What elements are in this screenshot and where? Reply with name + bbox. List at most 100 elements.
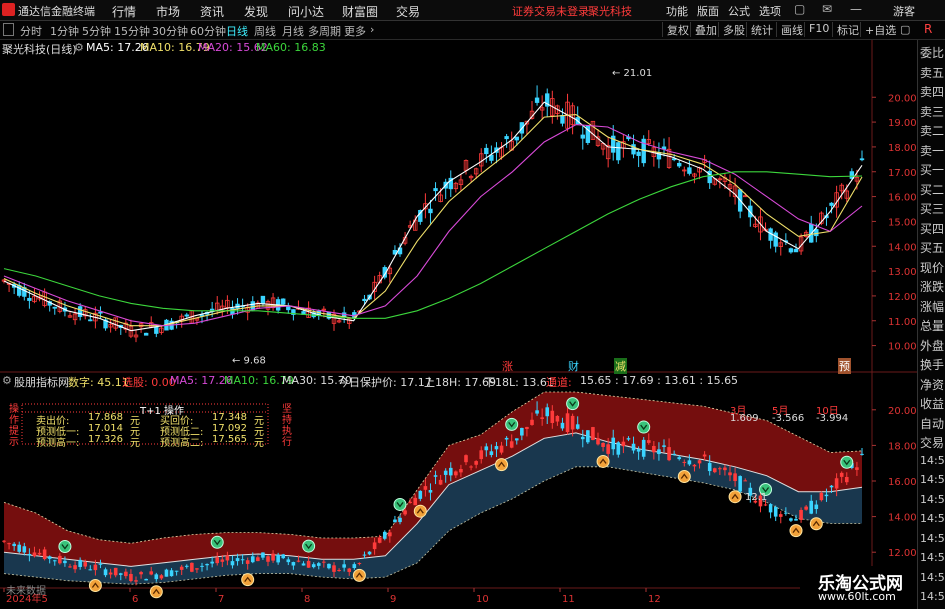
sidebar-item-11[interactable]: 现价 — [920, 259, 944, 276]
op-row3-label1: 预测高一: — [36, 438, 80, 449]
marker-cai[interactable]: 财 — [568, 358, 579, 374]
sub-candle-body-47 — [240, 559, 245, 561]
more-chevron-icon[interactable]: › — [370, 23, 374, 36]
sidebar-item-1[interactable]: 卖五 — [920, 64, 944, 81]
sub-candle-body-94 — [479, 450, 484, 460]
sub-candle-body-95 — [484, 446, 489, 451]
sidebar-r-badge[interactable]: R — [924, 22, 932, 36]
tool-diejia[interactable]: 叠加 — [690, 22, 717, 37]
sidebar-item-0[interactable]: 委比 — [920, 44, 944, 61]
menu-banmian[interactable]: 版面 — [697, 3, 719, 19]
user-icon[interactable]: ▢ — [794, 2, 805, 16]
sub-candle-body-87 — [443, 470, 448, 475]
mail-icon[interactable]: ✉ — [822, 2, 832, 16]
menu-xuanxiang[interactable]: 选项 — [759, 3, 781, 19]
tool-zixuan[interactable]: +自选 — [860, 22, 896, 37]
settings-gear-icon[interactable]: ⚙ — [74, 41, 84, 54]
sidebar-item-19[interactable]: 自动 — [920, 415, 944, 432]
sidebar-item-6[interactable]: 买一 — [920, 161, 944, 178]
op-row1-val2: 17.348 — [212, 412, 247, 423]
sidebar-item-3[interactable]: 卖三 — [920, 103, 944, 120]
minimize-icon[interactable]: — — [850, 2, 862, 16]
sidebar-item-5[interactable]: 卖一 — [920, 142, 944, 159]
period-week[interactable]: 周线 — [254, 23, 276, 39]
tool-biaoji[interactable]: 标记 — [832, 22, 859, 37]
menu-hangqing[interactable]: 行情 — [112, 3, 136, 20]
period-15min[interactable]: 15分钟 — [114, 23, 150, 39]
tool-duogu[interactable]: 多股 — [718, 22, 745, 37]
window-icon[interactable]: ▢ — [900, 23, 910, 36]
login-notice[interactable]: 证券交易未登录 — [512, 3, 589, 19]
period-60min[interactable]: 60分钟 — [190, 23, 226, 39]
sub-candle-body-3 — [17, 544, 22, 552]
sidebar-item-20[interactable]: 交易 — [920, 434, 944, 451]
period-toolbar: 分时 1分钟 5分钟 15分钟 30分钟 60分钟 日线 周线 月线 多周期 更… — [0, 21, 945, 40]
candle-body-49 — [250, 301, 255, 311]
sidebar-item-7[interactable]: 买二 — [920, 181, 944, 198]
marker-zhang[interactable]: 涨 — [502, 358, 513, 374]
period-fenshi[interactable]: 分时 — [20, 23, 42, 39]
sidebar-item-22[interactable]: 14:56 — [920, 473, 945, 486]
sub-candle-body-121 — [616, 442, 621, 455]
guest-label[interactable]: 游客 — [893, 3, 915, 19]
sidebar-item-17[interactable]: 净资 — [920, 376, 944, 393]
marker-yu[interactable]: 预 — [838, 358, 851, 374]
sub-candle-body-16 — [83, 562, 88, 567]
sidebar-item-26[interactable]: 14:56 — [920, 551, 945, 564]
sidebar-item-15[interactable]: 外盘 — [920, 337, 944, 354]
sidebar-item-18[interactable]: 收益 — [920, 395, 944, 412]
sidebar-item-10[interactable]: 买五 — [920, 239, 944, 256]
sidebar-item-24[interactable]: 14:56 — [920, 512, 945, 525]
sub-candle-body-116 — [591, 427, 595, 441]
period-30min[interactable]: 30分钟 — [152, 23, 188, 39]
tool-f10[interactable]: F10 — [804, 22, 829, 37]
op-row3-label2: 预测高二: — [160, 438, 204, 449]
tool-fuquan[interactable]: 复权 — [662, 22, 689, 37]
sidebar-item-21[interactable]: 14:56 — [920, 454, 945, 467]
shuzi-value: 数字: 45.11 — [68, 376, 129, 389]
sub-candle-body-158 — [804, 506, 808, 510]
menu-wenxiaoda[interactable]: 问小达 — [288, 3, 324, 20]
sidebar-item-28[interactable]: 14:56 — [920, 590, 945, 603]
tool-tongji[interactable]: 统计 — [746, 22, 773, 37]
menu-caifuquan[interactable]: 财富圈 — [342, 3, 378, 20]
period-month[interactable]: 月线 — [282, 23, 304, 39]
sub-settings-gear-icon[interactable]: ⚙ — [2, 374, 12, 387]
sidebar-item-14[interactable]: 总量 — [920, 317, 944, 334]
sidebar-item-4[interactable]: 卖二 — [920, 122, 944, 139]
sidebar-item-16[interactable]: 换手 — [920, 356, 944, 373]
menu-zixun[interactable]: 资讯 — [200, 3, 224, 20]
sub-candle-body-110 — [560, 422, 565, 429]
sub-candle-body-90 — [459, 469, 463, 473]
sidebar-item-23[interactable]: 14:56 — [920, 493, 945, 506]
menu-gongneng[interactable]: 功能 — [666, 3, 688, 19]
sidebar-item-9[interactable]: 买四 — [920, 220, 944, 237]
panel-toggle-icon[interactable] — [3, 23, 14, 36]
chart-canvas[interactable]: 10.00 11.00 12.00 13.00 14.00 15.00 16.00 17.00… — [0, 40, 917, 609]
candle-body-101 — [514, 136, 519, 141]
sidebar-item-25[interactable]: 14:56 — [920, 532, 945, 545]
period-5min[interactable]: 5分钟 — [82, 23, 111, 39]
indicator-name: 股朋指标网 — [14, 376, 69, 389]
tool-huaxian[interactable]: 画线 — [776, 22, 803, 37]
sub-candle-body-26 — [134, 580, 138, 582]
sub-candle-body-106 — [540, 417, 544, 419]
period-multi[interactable]: 多周期 — [308, 23, 341, 39]
marker-jian[interactable]: 减 — [614, 358, 627, 374]
sidebar-item-8[interactable]: 买三 — [920, 200, 944, 217]
sidebar-item-12[interactable]: 涨跌 — [920, 278, 944, 295]
menu-gongshi[interactable]: 公式 — [728, 3, 750, 19]
sub-candle-body-97 — [494, 446, 499, 450]
period-day[interactable]: 日线 — [226, 23, 248, 39]
period-more[interactable]: 更多 — [344, 23, 366, 39]
sidebar-item-2[interactable]: 卖四 — [920, 83, 944, 100]
menu-jiaoyi[interactable]: 交易 — [396, 3, 420, 20]
xtick-label-7: 12 — [648, 594, 661, 605]
menu-faxian[interactable]: 发现 — [244, 3, 268, 20]
candle-body-5 — [27, 297, 32, 301]
sidebar-item-27[interactable]: 14:56 — [920, 571, 945, 584]
sub-ytick-label-0: 12.00 — [888, 548, 917, 559]
period-1min[interactable]: 1分钟 — [50, 23, 79, 39]
menu-shichang[interactable]: 市场 — [156, 3, 180, 20]
sidebar-item-13[interactable]: 涨幅 — [920, 298, 944, 315]
